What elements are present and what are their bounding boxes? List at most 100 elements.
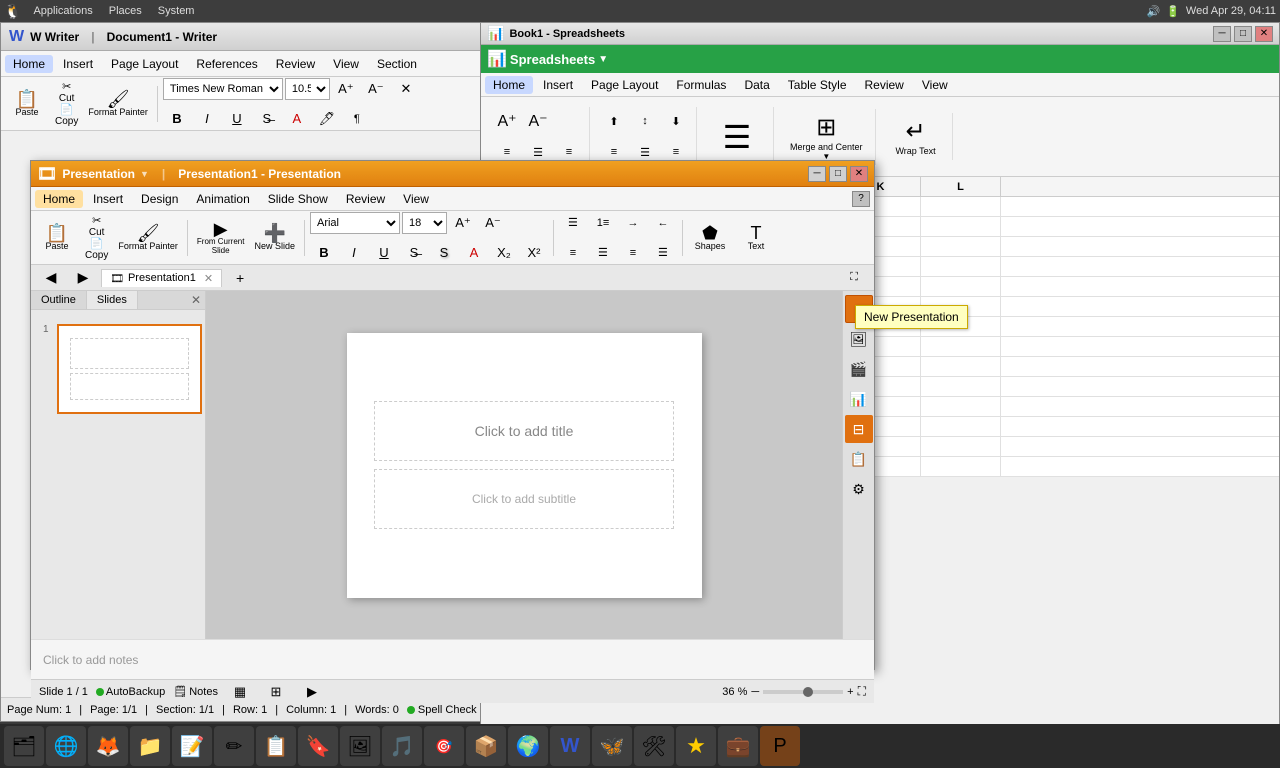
- cell-l14[interactable]: [921, 457, 1001, 476]
- ss-font-shrink-btn[interactable]: A⁻: [524, 107, 552, 135]
- ss-font-grow-btn[interactable]: A⁺: [493, 107, 521, 135]
- cell-l3[interactable]: [921, 237, 1001, 256]
- panel-icon-6[interactable]: ⚙: [845, 475, 873, 503]
- cell-l9[interactable]: [921, 357, 1001, 376]
- ss-menu-data[interactable]: Data: [736, 76, 777, 94]
- system-menu[interactable]: System: [154, 5, 199, 17]
- spreadsheet-close-btn[interactable]: ✕: [1255, 26, 1273, 42]
- ss-menu-insert[interactable]: Insert: [535, 76, 581, 94]
- writer-menu-section[interactable]: Section: [369, 55, 425, 73]
- pres-font-shrink-btn[interactable]: A⁻: [479, 209, 507, 237]
- spreadsheet-minimize-btn[interactable]: ─: [1213, 26, 1231, 42]
- writer-bold-btn[interactable]: B: [163, 105, 191, 133]
- cell-l1[interactable]: [921, 197, 1001, 216]
- cell-l13[interactable]: [921, 437, 1001, 456]
- ss-mid-align-btn[interactable]: ↕: [631, 107, 659, 135]
- pres-font-color-btn[interactable]: A: [460, 239, 488, 267]
- pres-superscript-btn[interactable]: X²: [520, 239, 548, 267]
- taskbar-bookmark-btn[interactable]: 🔖: [298, 726, 338, 766]
- slides-panel-close[interactable]: ✕: [191, 293, 201, 307]
- zoom-slider[interactable]: [763, 690, 843, 694]
- taskbar-tools-btn[interactable]: 🛠: [634, 726, 674, 766]
- presentation-minimize-btn[interactable]: ─: [808, 166, 826, 182]
- taskbar-filemanager-btn[interactable]: 📁: [130, 726, 170, 766]
- pres-menu-insert[interactable]: Insert: [85, 190, 131, 208]
- pres-font-select[interactable]: Arial: [310, 212, 400, 234]
- writer-menu-home[interactable]: Home: [5, 55, 53, 73]
- writer-char-style-btn[interactable]: ¶: [343, 105, 371, 133]
- pres-align-right-btn[interactable]: ≡: [619, 239, 647, 267]
- cell-l10[interactable]: [921, 377, 1001, 396]
- slides-tab-slides[interactable]: Slides: [87, 291, 138, 309]
- ss-bot-align-btn[interactable]: ⬇: [662, 107, 690, 135]
- pres-bullet-btn[interactable]: ☰: [559, 209, 587, 237]
- panel-icon-1[interactable]: 🖼: [845, 325, 873, 353]
- writer-font-shrink-btn[interactable]: A⁻: [362, 75, 390, 103]
- pres-shadow-btn[interactable]: S: [430, 239, 458, 267]
- ss-menu-tablestyle[interactable]: Table Style: [780, 76, 855, 94]
- panel-icon-5[interactable]: 📋: [845, 445, 873, 473]
- ss-menu-formulas[interactable]: Formulas: [668, 76, 734, 94]
- writer-paste-btn[interactable]: 📋 Paste: [5, 81, 49, 127]
- taskbar-chrome-btn[interactable]: 🌐: [46, 726, 86, 766]
- writer-strikethrough-btn[interactable]: S̶: [253, 105, 281, 133]
- taskbar-music-btn[interactable]: 🎵: [382, 726, 422, 766]
- taskbar-notepad-btn[interactable]: 📝: [172, 726, 212, 766]
- pres-num-list-btn[interactable]: 1≡: [589, 209, 617, 237]
- pres-menu-design[interactable]: Design: [133, 190, 186, 208]
- pres-menu-view[interactable]: View: [395, 190, 437, 208]
- presentation-doc-tab[interactable]: 🎞 Presentation1 ✕: [101, 269, 222, 287]
- presentation-tab-close[interactable]: ✕: [204, 272, 213, 285]
- pres-menu-review[interactable]: Review: [338, 190, 393, 208]
- pres-bold-btn[interactable]: B: [310, 239, 338, 267]
- writer-italic-btn[interactable]: I: [193, 105, 221, 133]
- ss-menu-review[interactable]: Review: [857, 76, 912, 94]
- view-normal-btn[interactable]: ▦: [226, 683, 254, 701]
- pres-subscript-btn[interactable]: X₂: [490, 239, 518, 267]
- pres-from-current-btn[interactable]: ▶ From CurrentSlide: [193, 215, 249, 261]
- view-grid-btn[interactable]: ⊞: [262, 683, 290, 701]
- slide-thumbnail-1[interactable]: 1: [57, 324, 202, 414]
- zoom-decrease-btn[interactable]: ─: [751, 686, 759, 698]
- zoom-fit-btn[interactable]: ⛶: [858, 684, 866, 699]
- writer-font-select[interactable]: Times New Roman: [163, 78, 283, 100]
- ss-wrap-text-btn[interactable]: ↵ Wrap Text: [886, 113, 946, 160]
- slide-subtitle-box[interactable]: Click to add subtitle: [374, 469, 674, 529]
- taskbar-writer-btn[interactable]: W: [550, 726, 590, 766]
- zoom-thumb[interactable]: [803, 687, 813, 697]
- taskbar-image-btn[interactable]: 🖼: [340, 726, 380, 766]
- pres-format-painter-btn[interactable]: 🖌 Format Painter: [114, 215, 182, 261]
- cell-l4[interactable]: [921, 257, 1001, 276]
- writer-font-grow-btn[interactable]: A⁺: [332, 75, 360, 103]
- pres-shapes-btn[interactable]: ⬟ Shapes: [688, 215, 732, 261]
- taskbar-butterfly-btn[interactable]: 🦋: [592, 726, 632, 766]
- pres-cut-btn[interactable]: ✂ Cut: [81, 215, 112, 237]
- taskbar-presentation-btn[interactable]: P: [760, 726, 800, 766]
- pres-font-grow-btn[interactable]: A⁺: [449, 209, 477, 237]
- pres-menu-home[interactable]: Home: [35, 190, 83, 208]
- taskbar-archive-btn[interactable]: 📦: [466, 726, 506, 766]
- ss-merge-center-btn[interactable]: ⊞ Merge and Center ▼: [784, 109, 869, 165]
- pres-new-tab-btn[interactable]: +: [226, 264, 254, 292]
- pres-menu-slideshow[interactable]: Slide Show: [260, 190, 336, 208]
- writer-clear-format-btn[interactable]: ✕: [392, 75, 420, 103]
- taskbar-files-btn[interactable]: 🗂: [4, 726, 44, 766]
- panel-icon-4[interactable]: ⊟: [845, 415, 873, 443]
- view-present-btn[interactable]: ▶: [298, 683, 326, 701]
- spreadsheet-maximize-btn[interactable]: □: [1234, 26, 1252, 42]
- writer-font-size[interactable]: 10.5: [285, 78, 330, 100]
- pres-copy-btn[interactable]: 📄 Copy: [81, 238, 112, 260]
- slide-title-box[interactable]: Click to add title: [374, 401, 674, 461]
- slides-tab-outline[interactable]: Outline: [31, 291, 87, 309]
- writer-cut-btn[interactable]: ✂ Cut: [51, 81, 82, 103]
- cell-l2[interactable]: [921, 217, 1001, 236]
- presentation-maximize-btn[interactable]: □: [829, 166, 847, 182]
- ss-menu-home[interactable]: Home: [485, 76, 533, 94]
- writer-highlight-btn[interactable]: 🖊: [313, 105, 341, 133]
- pres-italic-btn[interactable]: I: [340, 239, 368, 267]
- writer-font-color-btn[interactable]: A: [283, 105, 311, 133]
- writer-menu-references[interactable]: References: [188, 55, 265, 73]
- writer-copy-btn[interactable]: 📄 Copy: [51, 104, 82, 126]
- pres-justify-btn[interactable]: ☰: [649, 239, 677, 267]
- cell-l11[interactable]: [921, 397, 1001, 416]
